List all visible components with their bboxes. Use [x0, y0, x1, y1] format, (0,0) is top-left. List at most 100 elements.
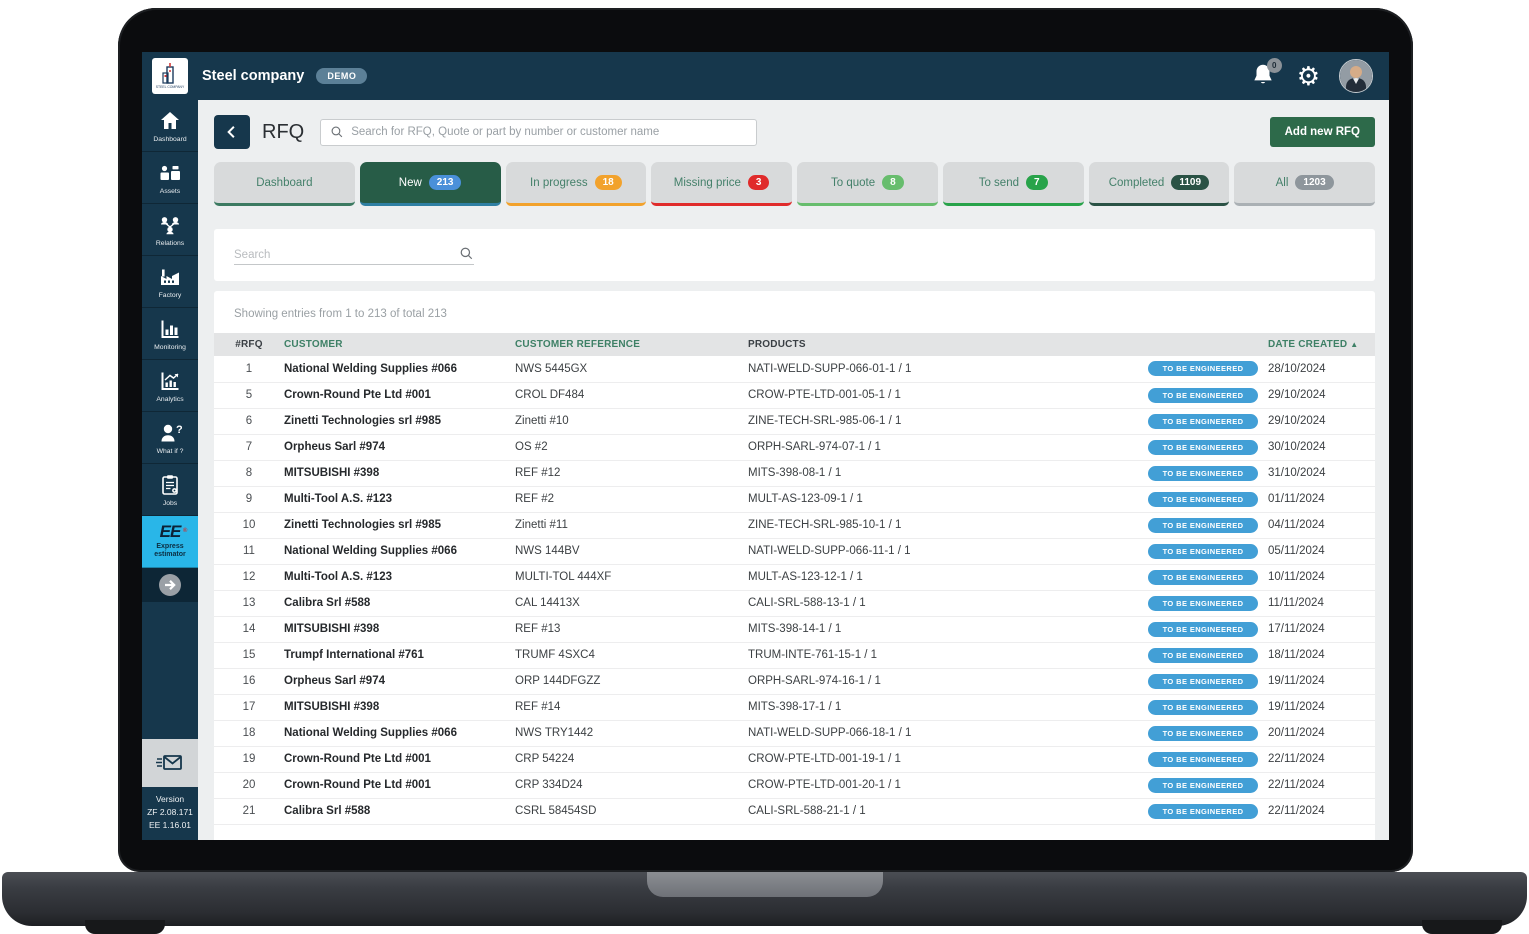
- tab[interactable]: New 213: [360, 162, 501, 206]
- table-row[interactable]: 18 National Welding Supplies #066 NWS TR…: [214, 720, 1375, 746]
- tab[interactable]: Completed 1109: [1089, 162, 1230, 206]
- sidebar-collapse-button[interactable]: [142, 568, 198, 602]
- column-header-status: [1138, 333, 1268, 356]
- status-badge: TO BE ENGINEERED: [1148, 544, 1258, 559]
- table-row[interactable]: 20 Crown-Round Pte Ltd #001 CRP 334D24 C…: [214, 772, 1375, 798]
- table-row[interactable]: 1 National Welding Supplies #066 NWS 544…: [214, 356, 1375, 382]
- customer-reference: REF #14: [515, 694, 748, 720]
- column-header-rfq[interactable]: #RFQ: [214, 333, 284, 356]
- customer-reference: REF #12: [515, 460, 748, 486]
- version-info: Version ZF 2.08.171 EE 1.16.01: [142, 787, 198, 840]
- rfq-number: 17: [214, 694, 284, 720]
- tab[interactable]: To quote 8: [797, 162, 938, 206]
- table-row[interactable]: 17 MITSUBISHI #398 REF #14 MITS-398-17-1…: [214, 694, 1375, 720]
- table-row[interactable]: 16 Orpheus Sarl #974 ORP 144DFGZZ ORPH-S…: [214, 668, 1375, 694]
- tab-label: All: [1276, 177, 1289, 189]
- rfq-number: 6: [214, 408, 284, 434]
- sidebar-item-relations[interactable]: Relations: [142, 204, 198, 256]
- sidebar-item-monitoring[interactable]: Monitoring: [142, 308, 198, 360]
- add-new-rfq-button[interactable]: Add new RFQ: [1270, 117, 1375, 147]
- sidebar-item-assets[interactable]: Assets: [142, 152, 198, 204]
- laptop-foot: [85, 920, 165, 934]
- table-row[interactable]: 10 Zinetti Technologies srl #985 Zinetti…: [214, 512, 1375, 538]
- customer-name: Crown-Round Pte Ltd #001: [284, 746, 515, 772]
- product-code: NATI-WELD-SUPP-066-18-1 / 1: [748, 720, 1138, 746]
- table-row[interactable]: 9 Multi-Tool A.S. #123 REF #2 MULT-AS-12…: [214, 486, 1375, 512]
- customer-reference: CAL 14413X: [515, 590, 748, 616]
- table-row[interactable]: 13 Calibra Srl #588 CAL 14413X CALI-SRL-…: [214, 590, 1375, 616]
- table-row[interactable]: 14 MITSUBISHI #398 REF #13 MITS-398-14-1…: [214, 616, 1375, 642]
- laptop-mockup: STEEL COMPANY Steel company DEMO 0: [0, 0, 1529, 934]
- sidebar-item-label: Expressestimator: [154, 543, 186, 559]
- status-badge: TO BE ENGINEERED: [1148, 596, 1258, 611]
- global-search-input[interactable]: [351, 126, 747, 138]
- sidebar-item-factory[interactable]: Factory: [142, 256, 198, 308]
- sidebar-item-jobs[interactable]: Jobs: [142, 464, 198, 516]
- product-code: CROW-PTE-LTD-001-19-1 / 1: [748, 746, 1138, 772]
- column-header-reference[interactable]: CUSTOMER REFERENCE: [515, 333, 748, 356]
- customer-name: National Welding Supplies #066: [284, 538, 515, 564]
- date-created: 22/11/2024: [1268, 798, 1375, 824]
- customer-reference: REF #2: [515, 486, 748, 512]
- tab[interactable]: All 1203: [1234, 162, 1375, 206]
- table-filter-search[interactable]: [234, 246, 474, 265]
- global-search[interactable]: [320, 119, 757, 146]
- user-avatar[interactable]: [1339, 59, 1373, 93]
- tab[interactable]: Dashboard: [214, 162, 355, 206]
- table-row[interactable]: 19 Crown-Round Pte Ltd #001 CRP 54224 CR…: [214, 746, 1375, 772]
- tab-label: In progress: [530, 177, 588, 189]
- laptop-foot: [1422, 920, 1502, 934]
- customer-reference: REF #13: [515, 616, 748, 642]
- sidebar-item-dashboard[interactable]: Dashboard: [142, 100, 198, 152]
- date-created: 17/11/2024: [1268, 616, 1375, 642]
- tab[interactable]: In progress 18: [506, 162, 647, 206]
- tab[interactable]: To send 7: [943, 162, 1084, 206]
- table-row[interactable]: 8 MITSUBISHI #398 REF #12 MITS-398-08-1 …: [214, 460, 1375, 486]
- table-row[interactable]: 7 Orpheus Sarl #974 OS #2 ORPH-SARL-974-…: [214, 434, 1375, 460]
- sidebar-item-express-estimator[interactable]: EE® Expressestimator: [142, 516, 198, 568]
- customer-name: Orpheus Sarl #974: [284, 434, 515, 460]
- send-feedback-button[interactable]: [142, 739, 198, 787]
- product-code: ZINE-TECH-SRL-985-10-1 / 1: [748, 512, 1138, 538]
- customer-reference: NWS 144BV: [515, 538, 748, 564]
- customer-name: Calibra Srl #588: [284, 798, 515, 824]
- settings-button[interactable]: ⚙: [1297, 63, 1320, 89]
- product-code: ORPH-SARL-974-07-1 / 1: [748, 434, 1138, 460]
- date-created: 10/11/2024: [1268, 564, 1375, 590]
- laptop-screen-bezel: STEEL COMPANY Steel company DEMO 0: [118, 8, 1413, 872]
- tab[interactable]: Missing price 3: [651, 162, 792, 206]
- status-badge: TO BE ENGINEERED: [1148, 674, 1258, 689]
- customer-name: Crown-Round Pte Ltd #001: [284, 772, 515, 798]
- machines-icon: [158, 161, 182, 185]
- table-row[interactable]: 21 Calibra Srl #588 CSRL 58454SD CALI-SR…: [214, 798, 1375, 824]
- version-ee: EE 1.16.01: [144, 819, 196, 832]
- product-code: MULT-AS-123-09-1 / 1: [748, 486, 1138, 512]
- column-header-date[interactable]: DATE CREATED ▲: [1268, 333, 1375, 356]
- factory-icon: [158, 265, 182, 289]
- status-badge: TO BE ENGINEERED: [1148, 648, 1258, 663]
- status-badge: TO BE ENGINEERED: [1148, 622, 1258, 637]
- table-row[interactable]: 15 Trumpf International #761 TRUMF 4SXC4…: [214, 642, 1375, 668]
- company-logo[interactable]: STEEL COMPANY: [152, 58, 188, 94]
- rfq-number: 16: [214, 668, 284, 694]
- column-header-customer[interactable]: CUSTOMER: [284, 333, 515, 356]
- back-button[interactable]: [214, 115, 250, 149]
- status-badge: TO BE ENGINEERED: [1148, 466, 1258, 481]
- table-row[interactable]: 12 Multi-Tool A.S. #123 MULTI-TOL 444XF …: [214, 564, 1375, 590]
- customer-reference: TRUMF 4SXC4: [515, 642, 748, 668]
- product-code: NATI-WELD-SUPP-066-11-1 / 1: [748, 538, 1138, 564]
- rfq-number: 15: [214, 642, 284, 668]
- customer-name: MITSUBISHI #398: [284, 616, 515, 642]
- page-title: RFQ: [262, 121, 304, 144]
- sidebar-item-label: Factory: [159, 292, 182, 299]
- version-label: Version: [144, 793, 196, 806]
- date-created: 19/11/2024: [1268, 668, 1375, 694]
- table-row[interactable]: 6 Zinetti Technologies srl #985 Zinetti …: [214, 408, 1375, 434]
- table-row[interactable]: 11 National Welding Supplies #066 NWS 14…: [214, 538, 1375, 564]
- table-filter-input[interactable]: [234, 249, 459, 261]
- column-header-products[interactable]: PRODUCTS: [748, 333, 1138, 356]
- notifications-button[interactable]: 0: [1250, 62, 1278, 90]
- sidebar-item-what-if[interactable]: ? What if ?: [142, 412, 198, 464]
- table-row[interactable]: 5 Crown-Round Pte Ltd #001 CROL DF484 CR…: [214, 382, 1375, 408]
- sidebar-item-analytics[interactable]: Analytics: [142, 360, 198, 412]
